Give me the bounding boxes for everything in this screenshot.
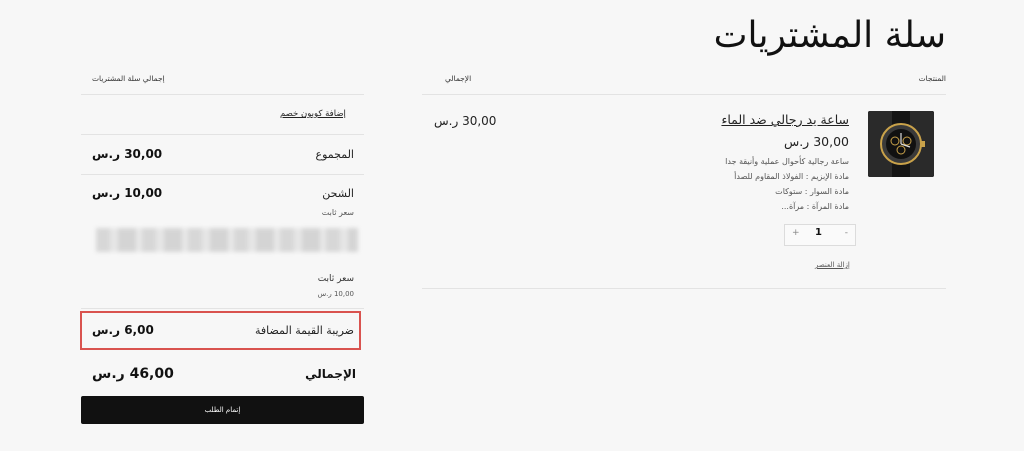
- product-row-divider: [422, 288, 946, 289]
- product-attribute: مادة المرآة : مرآة...: [781, 202, 849, 211]
- remove-item-link[interactable]: إزالة العنصر: [815, 261, 850, 269]
- column-header-products: المنتجات: [918, 74, 946, 83]
- vat-label: ضريبة القيمة المضافة: [254, 324, 354, 337]
- qty-increase-button[interactable]: +: [792, 228, 800, 238]
- shipping-option-price: 10,00 ر.س: [317, 290, 354, 298]
- page-title: سلة المشتريات: [713, 15, 946, 56]
- summary-divider: [81, 134, 364, 135]
- total-label: الإجمالي: [305, 367, 356, 381]
- qty-value[interactable]: 1: [815, 227, 822, 238]
- summary-divider: [81, 308, 364, 309]
- checkout-button[interactable]: إتمام الطلب: [81, 396, 364, 424]
- blurred-shipping-info: [96, 228, 358, 252]
- subtotal-label: المجموع: [315, 148, 354, 161]
- shipping-option-name: سعر ثابت: [317, 274, 354, 284]
- add-coupon-link[interactable]: إضافة كوبون خصم: [280, 109, 346, 119]
- summary-divider: [81, 94, 364, 95]
- shipping-method: سعر ثابت: [321, 208, 354, 217]
- vat-value: 6,00 ر.س: [92, 323, 154, 337]
- quantity-stepper[interactable]: + 1 -: [784, 224, 856, 246]
- shipping-label: الشحن: [322, 187, 354, 200]
- qty-decrease-button[interactable]: -: [845, 228, 848, 238]
- line-total: 30,00 ر.س: [434, 114, 497, 128]
- product-attribute: مادة السوار : ستوكات: [775, 187, 849, 196]
- table-header-divider: [422, 94, 946, 95]
- cart-totals-heading: إجمالي سلة المشتريات: [92, 74, 165, 83]
- summary-divider: [81, 174, 364, 175]
- product-attribute: مادة الإبزيم : الفولاذ المقاوم للصدأ: [734, 172, 849, 181]
- product-thumbnail[interactable]: [868, 111, 934, 177]
- product-attribute: ساعة رجالية كأحوال عملية وأنيقة جدا: [725, 157, 849, 166]
- wristwatch-icon: [868, 111, 934, 177]
- column-header-total: الإجمالي: [445, 74, 472, 83]
- total-value: 46,00 ر.س: [92, 366, 174, 382]
- subtotal-value: 30,00 ر.س: [92, 147, 163, 161]
- product-price: 30,00 ر.س: [783, 134, 849, 149]
- shipping-value: 10,00 ر.س: [92, 186, 163, 200]
- product-name-link[interactable]: ساعة يد رجالي ضد الماء: [721, 112, 849, 127]
